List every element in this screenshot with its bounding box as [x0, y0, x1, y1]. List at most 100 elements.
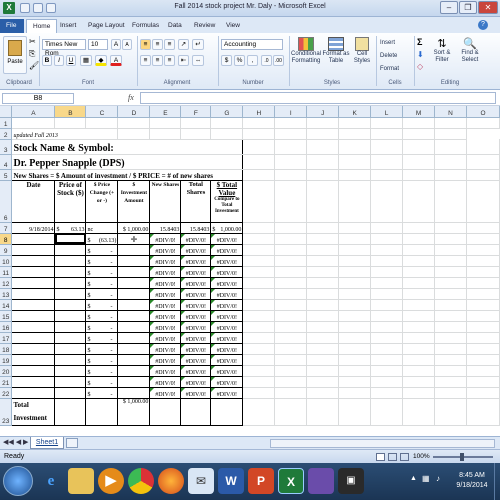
decrease-decimal-button[interactable]: .00 — [273, 55, 284, 66]
cell-new-shares[interactable]: #DIV/0! — [149, 243, 182, 256]
tab-page-layout[interactable]: Page Layout — [82, 19, 131, 33]
clear-icon[interactable]: ◇ — [417, 62, 423, 71]
cell-investment[interactable] — [117, 243, 151, 256]
increase-decimal-button[interactable]: .0 — [261, 55, 272, 66]
close-button[interactable]: ✕ — [478, 1, 498, 14]
cell-total-value[interactable]: #DIV/0! — [210, 342, 244, 355]
cell-investment[interactable] — [117, 331, 151, 344]
cell-price[interactable] — [54, 276, 87, 289]
cell-styles-button[interactable]: Cell Styles — [351, 37, 373, 65]
row-header[interactable]: 17 — [0, 332, 13, 344]
align-middle-button[interactable]: ≡ — [152, 39, 163, 50]
zoom-slider-thumb[interactable] — [460, 453, 464, 461]
cell-change[interactable]: $ - — [85, 298, 119, 311]
tab-file[interactable]: File — [0, 19, 24, 33]
column-header[interactable]: E — [149, 106, 182, 118]
cell-price[interactable] — [54, 375, 87, 388]
column-header[interactable]: I — [274, 106, 308, 118]
tab-data[interactable]: Data — [162, 19, 188, 33]
decrease-indent-button[interactable]: ⇤ — [178, 55, 189, 66]
cell-new-shares[interactable]: #DIV/0! — [149, 276, 182, 289]
cell-investment[interactable] — [117, 342, 151, 355]
cell-price[interactable] — [54, 353, 87, 366]
cell-total-shares[interactable]: #DIV/0! — [180, 243, 212, 256]
cell-total-shares[interactable]: #DIV/0! — [180, 364, 212, 377]
row-header[interactable]: 21 — [0, 376, 13, 388]
cell-date[interactable] — [11, 386, 56, 399]
font-name-select[interactable]: Times New Rom — [42, 39, 86, 57]
cell-price[interactable] — [54, 265, 87, 278]
column-header[interactable]: K — [338, 106, 372, 118]
cell-change[interactable]: $ - — [85, 364, 119, 377]
cell-total-shares[interactable]: #DIV/0! — [180, 298, 212, 311]
row-header[interactable]: 8 — [0, 233, 13, 245]
row-header[interactable]: 16 — [0, 321, 13, 333]
row-header[interactable]: 1 — [0, 117, 13, 129]
cell-new-shares[interactable]: #DIV/0! — [149, 254, 182, 267]
cell-investment[interactable] — [117, 265, 151, 278]
cell-total-shares[interactable]: #DIV/0! — [180, 287, 212, 300]
column-header[interactable]: L — [370, 106, 404, 118]
row-header[interactable]: 11 — [0, 266, 13, 278]
font-size-select[interactable]: 10 — [88, 39, 108, 50]
cell-investment[interactable] — [117, 375, 151, 388]
row-header[interactable]: 18 — [0, 343, 13, 355]
cell-new-shares[interactable]: #DIV/0! — [149, 232, 182, 245]
name-box[interactable]: B8 — [2, 93, 74, 104]
clock-date[interactable]: 9/18/2014 — [452, 482, 492, 489]
column-header[interactable]: M — [402, 106, 435, 118]
media-player-icon[interactable]: ▶ — [98, 468, 124, 494]
cell-new-shares[interactable]: #DIV/0! — [149, 386, 182, 399]
volume-icon[interactable]: ♪ — [436, 474, 440, 483]
row-header[interactable]: 15 — [0, 310, 13, 322]
cell-total-shares[interactable]: #DIV/0! — [180, 232, 212, 245]
cell-price[interactable] — [54, 298, 87, 311]
row-header[interactable]: 6 — [0, 180, 13, 223]
cell-price[interactable] — [54, 254, 87, 267]
cell-new-shares[interactable]: #DIV/0! — [149, 353, 182, 366]
cell-date[interactable] — [11, 265, 56, 278]
tab-formulas[interactable]: Formulas — [126, 19, 165, 33]
sheet-tab[interactable]: Sheet1 — [30, 437, 64, 449]
orientation-button[interactable]: ↗ — [178, 39, 189, 50]
row-header[interactable]: 23 — [0, 398, 13, 426]
new-sheet-icon[interactable] — [66, 438, 78, 448]
cell-change[interactable]: $ - — [85, 386, 119, 399]
row-header[interactable]: 4 — [0, 154, 13, 170]
cell-date[interactable]: 9/18/2014 — [11, 221, 56, 234]
cell-total-shares[interactable]: #DIV/0! — [180, 342, 212, 355]
cell-new-shares[interactable]: #DIV/0! — [149, 309, 182, 322]
borders-button[interactable]: ▦ — [80, 55, 92, 66]
column-header[interactable]: J — [306, 106, 340, 118]
underline-button[interactable]: U — [66, 55, 76, 66]
insert-cells-button[interactable]: Insert — [380, 40, 410, 47]
horizontal-scrollbar[interactable] — [270, 439, 495, 448]
cell-investment[interactable] — [117, 298, 151, 311]
number-format-select[interactable]: Accounting — [221, 39, 283, 50]
cell-total-shares[interactable]: #DIV/0! — [180, 353, 212, 366]
cell-total-shares[interactable]: #DIV/0! — [180, 375, 212, 388]
cell-price[interactable] — [54, 331, 87, 344]
cell-price[interactable] — [54, 364, 87, 377]
worksheet-grid[interactable]: A B C D E F G H I J K L M N O 1 2 updated… — [0, 106, 500, 436]
file-explorer-icon[interactable] — [68, 468, 94, 494]
column-header[interactable]: B — [54, 106, 87, 118]
percent-button[interactable]: % — [234, 55, 245, 66]
row-header[interactable]: 10 — [0, 255, 13, 267]
cell-total-shares[interactable]: #DIV/0! — [180, 276, 212, 289]
cell-total-shares[interactable]: #DIV/0! — [180, 254, 212, 267]
align-center-button[interactable]: ≡ — [152, 55, 163, 66]
cell-investment[interactable] — [117, 254, 151, 267]
align-bottom-button[interactable]: ≡ — [164, 39, 175, 50]
align-top-button[interactable]: ≡ — [140, 39, 151, 50]
cell-investment[interactable] — [117, 287, 151, 300]
grow-font-button[interactable]: A — [111, 39, 121, 50]
cell-total-value[interactable]: #DIV/0! — [210, 375, 244, 388]
cell-new-shares[interactable]: 15.8403 — [149, 221, 182, 234]
cell-change[interactable]: $ - — [85, 254, 119, 267]
cell-total-value[interactable]: #DIV/0! — [210, 353, 244, 366]
accounting-button[interactable]: $ — [221, 55, 232, 66]
row-header[interactable]: 5 — [0, 169, 13, 181]
clock-time[interactable]: 8:45 AM — [452, 472, 492, 479]
cell-change[interactable]: $ - — [85, 342, 119, 355]
